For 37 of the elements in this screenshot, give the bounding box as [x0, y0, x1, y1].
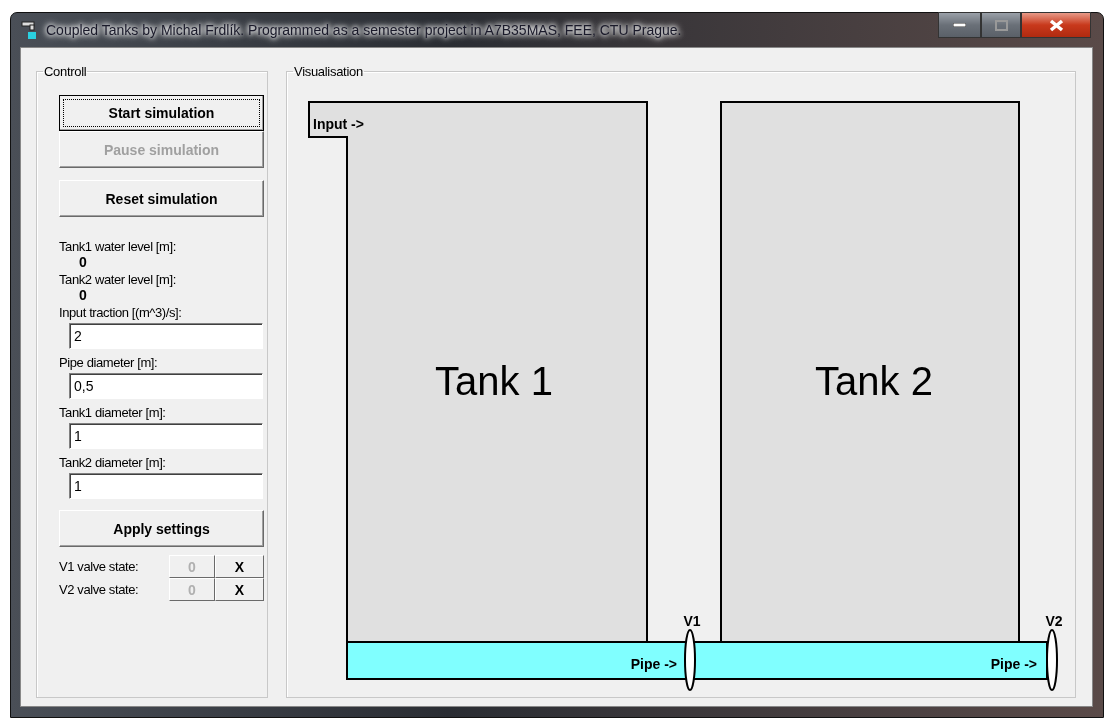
minimize-icon [953, 23, 966, 27]
input-label: Input -> [313, 116, 364, 132]
tank-label: Tank 1 [435, 359, 553, 403]
readout-value: 0 [79, 254, 88, 270]
readout-label: Tank2 water level [m]: [59, 272, 177, 287]
valve-label: V1 valve state: [59, 559, 140, 574]
group-title: Controll [43, 64, 88, 79]
group-title: Visualisation [293, 64, 364, 79]
close-valve-button[interactable]: X [215, 555, 264, 578]
simulation-button[interactable]: Reset simulation [59, 180, 264, 217]
maximize-icon [994, 19, 1008, 31]
field-label: Tank1 diameter [m]: [59, 405, 167, 420]
valve-label: V2 valve state: [59, 582, 140, 597]
readout-value: 0 [79, 287, 88, 303]
input-field[interactable]: 1 [69, 423, 263, 449]
maximize-button[interactable] [981, 12, 1021, 38]
field-label: Tank2 diameter [m]: [59, 455, 167, 470]
input-field[interactable]: 1 [69, 473, 263, 499]
valve [684, 629, 696, 691]
pipe-label: Pipe -> [990, 656, 1037, 672]
input-field[interactable]: 0,5 [69, 373, 263, 399]
field-label: Pipe diameter [m]: [59, 355, 159, 370]
apply-button[interactable]: Apply settings [59, 510, 264, 547]
valve-name: V1 [683, 613, 701, 629]
valve [1046, 629, 1058, 691]
valve-name: V2 [1045, 613, 1063, 629]
pipe-label: Pipe -> [630, 656, 677, 672]
tank-label: Tank 2 [815, 359, 933, 403]
close-valve-button[interactable]: X [215, 578, 264, 601]
minimize-button[interactable] [938, 12, 981, 38]
input-field[interactable]: 2 [69, 323, 263, 349]
tap-icon [20, 20, 38, 40]
close-button[interactable] [1021, 12, 1091, 38]
field-label: Input traction [(m^3)/s]: [59, 305, 183, 320]
simulation-button[interactable]: Start simulation [59, 95, 264, 131]
readout-label: Tank1 water level [m]: [59, 239, 177, 254]
close-icon [1048, 18, 1064, 32]
